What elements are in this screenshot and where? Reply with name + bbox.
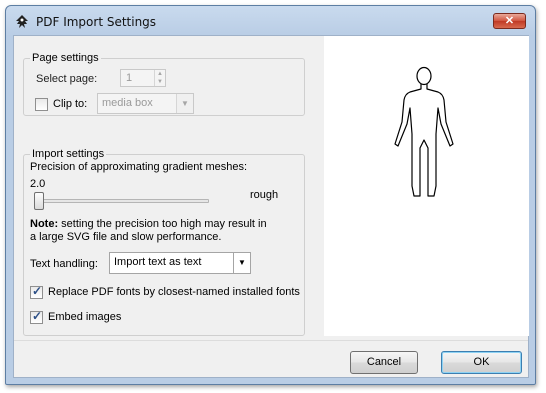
- inkscape-icon: [16, 15, 28, 28]
- button-bar-divider: [14, 340, 528, 341]
- cancel-button-label: Cancel: [366, 356, 402, 368]
- precision-value: 2.0: [30, 178, 46, 190]
- note-line-2: a large SVG file and slow performance.: [30, 231, 222, 243]
- select-page-label: Select page:: [36, 73, 98, 85]
- note-bold-label: Note:: [30, 218, 59, 230]
- spin-down-icon[interactable]: ▼: [155, 78, 165, 86]
- precision-slider-track[interactable]: [34, 199, 209, 203]
- precision-description: rough: [250, 189, 279, 201]
- select-page-spinner[interactable]: 1 ▲ ▼: [120, 69, 166, 87]
- import-settings-legend: Import settings: [32, 148, 105, 160]
- precision-slider-thumb[interactable]: [34, 192, 44, 210]
- window-title: PDF Import Settings: [36, 15, 157, 29]
- ok-button-label: OK: [473, 356, 490, 368]
- close-icon: ✕: [504, 15, 515, 27]
- text-handling-label: Text handling:: [30, 258, 98, 270]
- preview-figure-image: [394, 66, 454, 197]
- note-line-1: setting the precision too high may resul…: [58, 218, 267, 230]
- clip-to-label: Clip to:: [53, 98, 88, 110]
- checkmark-icon: ✓: [32, 284, 43, 298]
- dialog-client-area: Page settings Select page: 1 ▲ ▼ Clip to…: [13, 35, 529, 378]
- embed-images-label: Embed images: [48, 311, 122, 323]
- clip-to-select[interactable]: media box ▼: [97, 93, 194, 114]
- chevron-down-icon: ▼: [176, 94, 193, 113]
- close-button[interactable]: ✕: [493, 13, 526, 29]
- embed-images-checkbox[interactable]: ✓: [30, 309, 43, 324]
- select-page-value: 1: [126, 72, 133, 84]
- clip-to-value: media box: [102, 97, 153, 109]
- checkmark-icon: ✓: [32, 309, 43, 323]
- clip-to-checkbox[interactable]: [35, 98, 48, 111]
- spin-up-icon[interactable]: ▲: [155, 70, 165, 78]
- replace-fonts-label: Replace PDF fonts by closest-named insta…: [48, 286, 300, 298]
- text-handling-select[interactable]: Import text as text ▼: [109, 252, 251, 274]
- cancel-button[interactable]: Cancel: [350, 351, 418, 374]
- pdf-import-dialog: PDF Import Settings ✕ Page settings Sele…: [5, 5, 536, 385]
- ok-button[interactable]: OK: [441, 351, 522, 374]
- precision-note: Note: setting the precision too high may…: [30, 218, 267, 244]
- replace-fonts-checkbox[interactable]: ✓: [30, 284, 43, 299]
- title-bar[interactable]: PDF Import Settings ✕: [6, 6, 535, 36]
- chevron-down-icon: ▼: [233, 253, 250, 273]
- precision-label: Precision of approximating gradient mesh…: [30, 161, 248, 173]
- page-preview: [324, 36, 529, 336]
- page-settings-legend: Page settings: [32, 52, 99, 64]
- text-handling-value: Import text as text: [114, 256, 202, 268]
